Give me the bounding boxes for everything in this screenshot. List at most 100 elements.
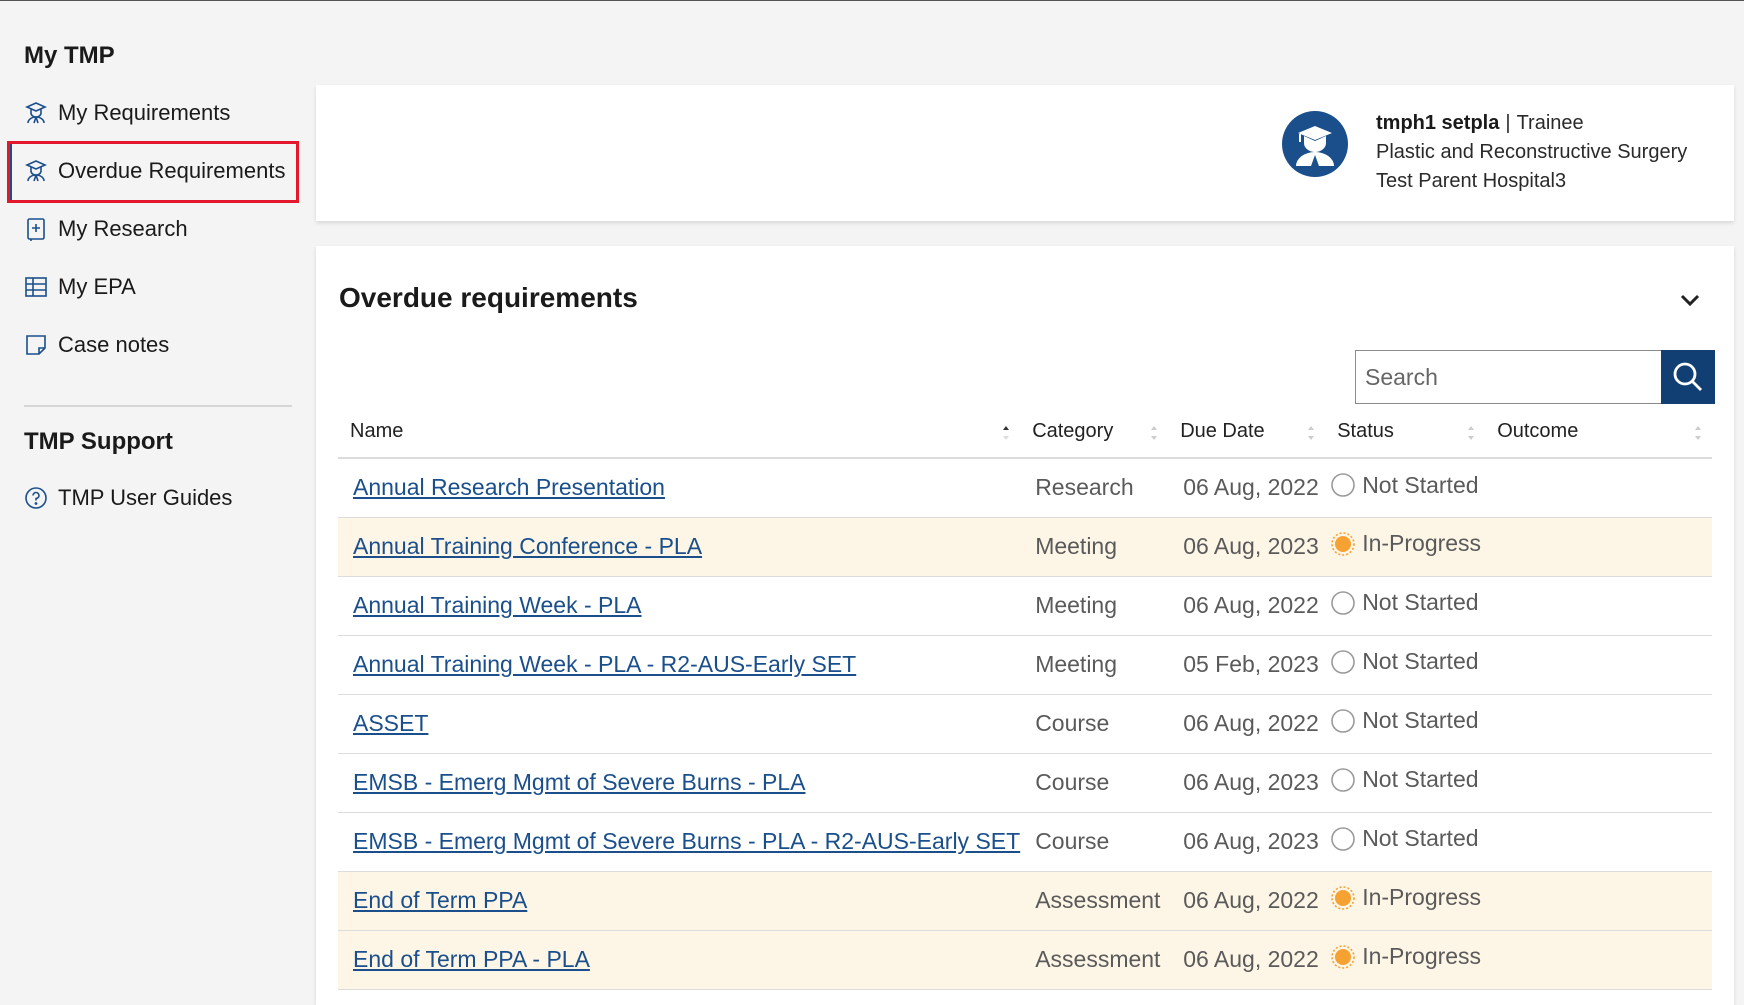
status-badge: Not Started bbox=[1331, 648, 1479, 675]
cell-due-date: 06 Aug, 2022 bbox=[1168, 458, 1326, 518]
profile-role: Trainee bbox=[1516, 112, 1584, 134]
requirement-link[interactable]: ASSET bbox=[353, 710, 428, 736]
trainee-icon bbox=[24, 101, 48, 125]
cell-due-date: 06 Aug, 2022 bbox=[1168, 871, 1326, 931]
cell-name: End of Term PPA bbox=[338, 871, 1021, 931]
column-header-due-date[interactable]: Due Date bbox=[1168, 406, 1326, 459]
cell-status: Not Started bbox=[1325, 812, 1486, 872]
column-header-category[interactable]: Category bbox=[1020, 406, 1169, 459]
sidebar: My TMP My Requirements Overdue Requireme… bbox=[0, 0, 310, 1005]
cell-name: Annual Training Week - PLA - R2-AUS-Earl… bbox=[338, 635, 1021, 695]
column-header-status[interactable]: Status bbox=[1325, 406, 1486, 459]
cell-due-date: 06 Aug, 2023 bbox=[1168, 517, 1326, 577]
overdue-requirements-panel: Overdue requirements Name Category bbox=[316, 246, 1734, 1005]
sidebar-item-my-research[interactable]: My Research bbox=[24, 209, 188, 249]
requirement-link[interactable]: EMSB - Emerg Mgmt of Severe Burns - PLA … bbox=[353, 828, 1020, 854]
cell-due-date: 06 Aug, 2023 bbox=[1168, 753, 1326, 813]
status-label: In-Progress bbox=[1362, 943, 1482, 970]
status-not-started-icon bbox=[1331, 826, 1355, 851]
cell-outcome bbox=[1485, 930, 1712, 990]
status-badge: In-Progress bbox=[1331, 943, 1482, 970]
status-label: In-Progress bbox=[1362, 884, 1482, 911]
status-badge: Not Started bbox=[1331, 825, 1479, 852]
sidebar-item-tmp-user-guides[interactable]: TMP User Guides bbox=[24, 478, 232, 518]
cell-name: Annual Research Presentation bbox=[338, 458, 1021, 518]
search-icon bbox=[1672, 361, 1704, 393]
status-label: Not Started bbox=[1362, 589, 1479, 616]
sidebar-item-label: My EPA bbox=[58, 274, 136, 299]
cell-due-date: 05 Feb, 2023 bbox=[1168, 635, 1326, 695]
status-in-progress-icon bbox=[1331, 885, 1355, 910]
status-label: In-Progress bbox=[1362, 530, 1482, 557]
table-row: Annual Training Week - PLA Meeting 06 Aug,… bbox=[338, 576, 1712, 636]
requirement-link[interactable]: Annual Training Conference - PLA bbox=[353, 533, 702, 559]
cell-category: Assessment bbox=[1020, 930, 1169, 990]
table-grid-icon bbox=[24, 275, 48, 299]
cell-outcome bbox=[1485, 635, 1712, 695]
cell-name: End of Term PPA - PLA bbox=[338, 930, 1021, 990]
requirement-link[interactable]: Annual Training Week - PLA bbox=[353, 592, 642, 618]
requirement-link[interactable]: End of Term PPA bbox=[353, 887, 527, 913]
table-row: ASSET Course 06 Aug, 2022 Not Started bbox=[338, 694, 1712, 754]
status-not-started-icon bbox=[1331, 767, 1355, 792]
status-in-progress-icon bbox=[1331, 531, 1355, 556]
cell-outcome bbox=[1485, 576, 1712, 636]
cell-due-date: 06 Aug, 2022 bbox=[1168, 930, 1326, 990]
table-row: End of Term PPA Assessment 06 Aug, 2022 In-… bbox=[338, 871, 1712, 931]
status-not-started-icon bbox=[1331, 649, 1355, 674]
sidebar-item-label: TMP User Guides bbox=[58, 485, 233, 510]
table-row: EMSB - Emerg Mgmt of Severe Burns - PLA … bbox=[338, 812, 1712, 872]
search-input[interactable] bbox=[1355, 350, 1661, 404]
cell-outcome bbox=[1485, 812, 1712, 872]
sidebar-item-label: Overdue Requirements bbox=[58, 158, 286, 183]
status-badge: Not Started bbox=[1331, 472, 1479, 499]
status-badge: In-Progress bbox=[1331, 884, 1482, 911]
profile-specialty: Plastic and Reconstructive Surgery bbox=[1376, 141, 1688, 163]
table-body: Annual Research Presentation Research 06 A… bbox=[338, 458, 1712, 990]
column-header-outcome[interactable]: Outcome bbox=[1485, 406, 1712, 459]
cell-name: ASSET bbox=[338, 694, 1021, 754]
cell-outcome bbox=[1485, 871, 1712, 931]
profile-separator: | bbox=[1505, 112, 1511, 134]
cell-due-date: 06 Aug, 2022 bbox=[1168, 576, 1326, 636]
cell-status: Not Started bbox=[1325, 458, 1486, 518]
sidebar-section-title-tmp-support: TMP Support bbox=[24, 428, 173, 455]
cell-status: Not Started bbox=[1325, 576, 1486, 636]
status-badge: In-Progress bbox=[1331, 530, 1482, 557]
sidebar-item-my-epa[interactable]: My EPA bbox=[24, 267, 136, 307]
trainee-icon bbox=[24, 159, 48, 183]
requirement-link[interactable]: End of Term PPA - PLA bbox=[353, 946, 590, 972]
table-row: Annual Training Week - PLA - R2-AUS-Earl… bbox=[338, 635, 1712, 695]
cell-status: In-Progress bbox=[1325, 930, 1486, 990]
chevron-down-icon[interactable] bbox=[1676, 286, 1704, 314]
sidebar-item-label: My Requirements bbox=[58, 100, 231, 125]
column-header-name[interactable]: Name bbox=[338, 406, 1021, 459]
profile-hospital: Test Parent Hospital3 bbox=[1376, 170, 1567, 192]
status-label: Not Started bbox=[1362, 707, 1479, 734]
cell-due-date: 06 Aug, 2022 bbox=[1168, 694, 1326, 754]
search-button[interactable] bbox=[1661, 350, 1715, 404]
sidebar-item-label: My Research bbox=[58, 216, 188, 241]
profile-info: tmph1 setpla | Trainee Plastic and Reconst… bbox=[1376, 109, 1687, 196]
table-row: Annual Research Presentation Research 06 A… bbox=[338, 458, 1712, 518]
cell-status: In-Progress bbox=[1325, 871, 1486, 931]
cell-name: Annual Training Week - PLA bbox=[338, 576, 1021, 636]
requirement-link[interactable]: Annual Training Week - PLA - R2-AUS-Earl… bbox=[353, 651, 856, 677]
cell-due-date: 06 Aug, 2023 bbox=[1168, 812, 1326, 872]
requirement-link[interactable]: EMSB - Emerg Mgmt of Severe Burns - PLA bbox=[353, 769, 805, 795]
requirement-link[interactable]: Annual Research Presentation bbox=[353, 474, 665, 500]
cell-category: Course bbox=[1020, 812, 1169, 872]
sticky-note-icon bbox=[24, 333, 48, 357]
table-row: End of Term PPA - PLA Assessment 06 Aug, 2… bbox=[338, 930, 1712, 990]
sidebar-item-my-requirements[interactable]: My Requirements bbox=[24, 93, 230, 133]
sort-icon bbox=[1468, 426, 1475, 440]
status-badge: Not Started bbox=[1331, 589, 1479, 616]
sidebar-item-overdue-requirements[interactable]: Overdue Requirements bbox=[24, 151, 285, 191]
status-badge: Not Started bbox=[1331, 766, 1479, 793]
cell-status: In-Progress bbox=[1325, 517, 1486, 577]
status-not-started-icon bbox=[1331, 473, 1355, 497]
sidebar-divider bbox=[24, 405, 292, 407]
table-row: EMSB - Emerg Mgmt of Severe Burns - PLA C… bbox=[338, 753, 1712, 813]
sidebar-item-case-notes[interactable]: Case notes bbox=[24, 325, 169, 365]
cell-category: Course bbox=[1020, 694, 1169, 754]
